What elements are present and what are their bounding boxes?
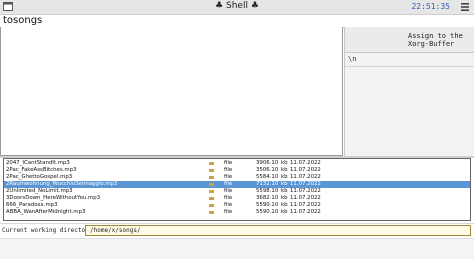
file-size: 5598.10 <box>256 188 279 194</box>
file-name: 2047_ICantStandIt.mp3 <box>6 160 70 166</box>
file-date: 11.07.2022 <box>290 160 321 166</box>
file-size-unit: kb <box>281 160 288 166</box>
file-type: file <box>224 188 233 194</box>
file-name: 3DoorsDown_HereWithoutYou.mp3 <box>6 195 101 201</box>
folder-icon <box>209 211 214 214</box>
folder-icon <box>209 169 214 172</box>
file-date: 11.07.2022 <box>290 195 321 201</box>
file-type: file <box>224 195 233 201</box>
file-size: 5590.10 <box>256 209 279 215</box>
file-type: file <box>224 181 233 187</box>
file-size-unit: kb <box>281 181 288 187</box>
file-size: 5590.10 <box>256 202 279 208</box>
file-size-unit: kb <box>281 209 288 215</box>
file-size: 3506.10 <box>256 167 279 173</box>
file-size: 5584.10 <box>256 174 279 180</box>
file-date: 11.07.2022 <box>290 202 321 208</box>
menu-icon[interactable] <box>460 2 470 12</box>
file-date: 11.07.2022 <box>290 167 321 173</box>
file-name: 2Unlimited_NoLimit.mp3 <box>6 188 73 194</box>
assign-xorg-buffer-label: Assign to the Xorg-Buffer <box>408 32 463 48</box>
file-name: 2Raumwohnung_WucchioSelmaggio.mp3 <box>6 181 118 187</box>
file-size-unit: kb <box>281 202 288 208</box>
xorg-buffer-panel[interactable]: Assign to the Xorg-Buffer <box>344 27 474 53</box>
file-row[interactable]: 2Raumwohnung_WucchioSelmaggio.mp3 file 713… <box>4 181 470 188</box>
file-name: 666_Paradoxx.mp3 <box>6 202 58 208</box>
status-area <box>0 238 474 259</box>
folder-icon <box>209 204 214 207</box>
buffer-line-text: \n <box>348 55 357 63</box>
buffer-area[interactable] <box>344 67 474 156</box>
file-size: 3906.10 <box>256 160 279 166</box>
window-name: tosongs <box>3 15 43 26</box>
folder-icon <box>209 197 214 200</box>
file-row[interactable]: 2Pac_FakeAssBitches.mp3 file 3506.10 kb 11.0… <box>4 167 470 174</box>
buffer-line[interactable]: \n <box>344 53 474 67</box>
file-name: 2Pac_GhettoGospel.mp3 <box>6 174 73 180</box>
window-title: ♣ Shell ♣ <box>215 1 259 11</box>
folder-icon <box>209 162 214 165</box>
file-list[interactable]: 2047_ICantStandIt.mp3 file 3906.10 kb 11.07.… <box>3 158 471 221</box>
file-size-unit: kb <box>281 195 288 201</box>
file-size-unit: kb <box>281 188 288 194</box>
folder-icon <box>209 183 214 186</box>
clock: 22:51:35 <box>411 2 450 11</box>
file-row[interactable]: 666_Paradoxx.mp3 file 5590.10 kb 11.07.2022 <box>4 202 470 209</box>
file-date: 11.07.2022 <box>290 181 321 187</box>
file-name: 2Pac_FakeAssBitches.mp3 <box>6 167 77 173</box>
file-type: file <box>224 160 233 166</box>
file-row[interactable]: ABBA_WanAfterMidnight.mp3 file 5590.10 kb 11… <box>4 209 470 216</box>
file-type: file <box>224 209 233 215</box>
file-type: file <box>224 167 233 173</box>
file-date: 11.07.2022 <box>290 174 321 180</box>
file-row[interactable]: 2Unlimited_NoLimit.mp3 file 5598.10 kb 11.07… <box>4 188 470 195</box>
file-name: ABBA_WanAfterMidnight.mp3 <box>6 209 86 215</box>
file-row[interactable]: 2Pac_GhettoGospel.mp3 file 5584.10 kb 11.07.… <box>4 174 470 181</box>
cwd-bar: Current working directory → /home/x/song… <box>0 223 474 238</box>
file-type: file <box>224 174 233 180</box>
file-type: file <box>224 202 233 208</box>
file-size: 7132.10 <box>256 181 279 187</box>
file-row[interactable]: 2047_ICantStandIt.mp3 file 3906.10 kb 11.07.… <box>4 160 470 167</box>
file-size: 3682.10 <box>256 195 279 201</box>
file-date: 11.07.2022 <box>290 188 321 194</box>
file-row[interactable]: 3DoorsDown_HereWithoutYou.mp3 file 3682.10… <box>4 195 470 202</box>
file-size-unit: kb <box>281 167 288 173</box>
title-bar: ♣ Shell ♣ 22:51:35 <box>0 0 474 15</box>
folder-icon <box>209 190 214 193</box>
file-size-unit: kb <box>281 174 288 180</box>
terminal-output-pane[interactable] <box>0 27 343 156</box>
folder-icon <box>209 176 214 179</box>
file-date: 11.07.2022 <box>290 209 321 215</box>
cwd-input[interactable]: /home/x/songs/ <box>85 225 471 236</box>
